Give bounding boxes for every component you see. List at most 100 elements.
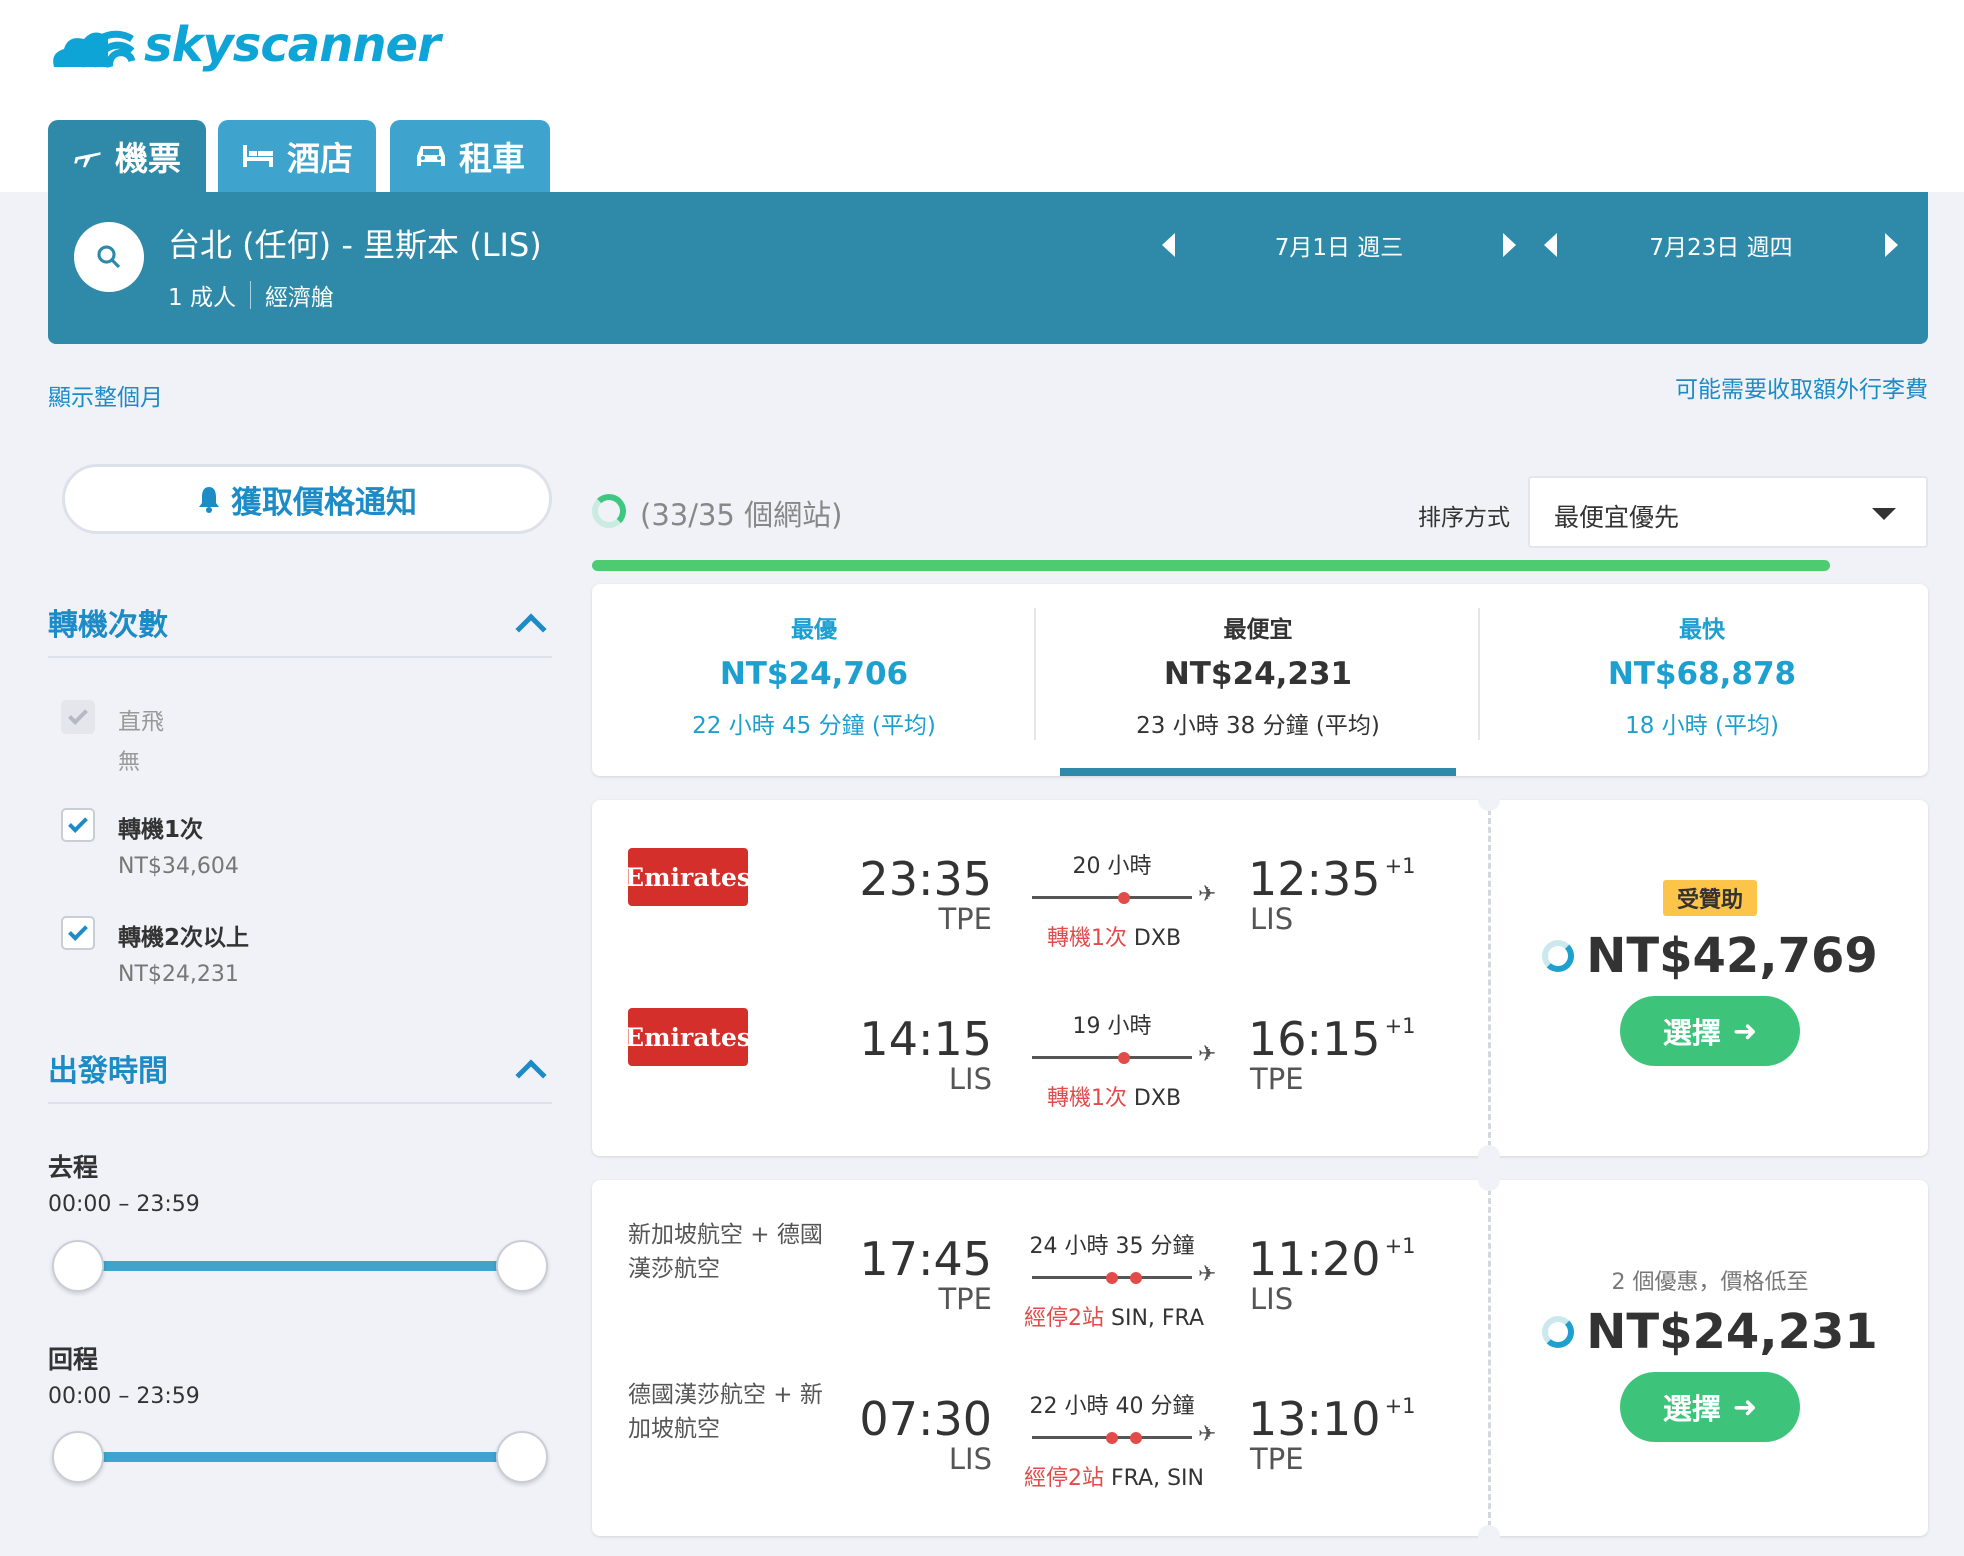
stops-via: DXB	[1126, 926, 1182, 951]
loading-spinner-icon	[1542, 940, 1575, 972]
departure-time: 23:35	[859, 852, 992, 906]
price-value: NT$42,769	[1586, 928, 1878, 984]
car-icon	[417, 146, 445, 166]
loading-spinner-icon	[1542, 1316, 1575, 1348]
search-button[interactable]	[74, 222, 144, 292]
tab-cheapest[interactable]: 最便宜 NT$24,231 23 小時 38 分鐘 (平均)	[1036, 584, 1480, 776]
departure-time: 17:45	[859, 1232, 992, 1286]
summary-price: NT$24,706	[719, 656, 909, 692]
nonstop-checkbox[interactable]	[61, 700, 95, 734]
summary-title: 最快	[1679, 617, 1725, 643]
departure-time: 07:30	[859, 1392, 992, 1446]
plane-icon: ✈	[1198, 882, 1217, 907]
skyscanner-logo[interactable]: skyscanner	[46, 10, 441, 80]
outbound-label: 去程	[48, 1153, 99, 1182]
stops-count: 轉機1次	[1046, 926, 1127, 951]
price-panel: 受贊助 NT$42,769 選擇 ➜	[1492, 800, 1928, 1156]
departure-airport: LIS	[948, 1062, 992, 1096]
flight-duration: 22 小時 40 分鐘	[1029, 1394, 1195, 1419]
route-line	[1032, 1056, 1192, 1059]
divider	[249, 281, 251, 309]
tab-flights[interactable]: 機票	[48, 120, 206, 192]
route-line	[1032, 896, 1192, 899]
stops-info: 轉機1次 DXB	[992, 920, 1236, 952]
outbound-slider-track[interactable]	[78, 1261, 522, 1271]
tab-fastest[interactable]: 最快 NT$68,878 18 小時 (平均)	[1480, 584, 1924, 776]
prev-date-icon[interactable]	[1162, 233, 1175, 257]
result-card[interactable]: Emirates 23:35 TPE 20 小時 ✈ 轉機1次 DXB 12:3…	[592, 789, 1928, 1167]
summary-title: 最優	[791, 617, 837, 643]
divider	[48, 1102, 552, 1104]
arrival-airport: LIS	[1250, 902, 1294, 936]
one-stop-label: 轉機1次	[118, 817, 204, 843]
sponsored-badge: 受贊助	[1662, 880, 1757, 916]
tab-car-hire[interactable]: 租車	[390, 120, 550, 192]
summary-price: NT$68,878	[1607, 656, 1797, 692]
logo-text: skyscanner	[144, 17, 441, 73]
arrival-airport: TPE	[1250, 1062, 1304, 1096]
select-button[interactable]: 選擇 ➜	[1620, 996, 1800, 1066]
one-stop-checkbox[interactable]	[61, 808, 95, 842]
return-slider-track[interactable]	[78, 1452, 522, 1462]
day-offset: +1	[1384, 1234, 1416, 1258]
plane-icon: ✈	[1198, 1262, 1217, 1287]
cabin-class: 經濟艙	[264, 285, 334, 311]
stops-count: 經停2站	[1024, 1306, 1104, 1331]
next-date-icon[interactable]	[1885, 233, 1898, 257]
return-date[interactable]: 7月23日 週四	[1649, 228, 1792, 262]
return-slider-min-handle[interactable]	[52, 1431, 104, 1483]
stops-count: 轉機1次	[1046, 1086, 1127, 1111]
departure-time-filter-title[interactable]: 出發時間	[48, 1046, 168, 1090]
divider	[1488, 800, 1491, 1156]
prev-date-icon[interactable]	[1544, 233, 1557, 257]
arrival-airport: TPE	[1250, 1442, 1304, 1476]
price-panel: 2 個優惠，價格低至 NT$24,231 選擇 ➜	[1492, 1180, 1928, 1536]
price-alert-button[interactable]: 獲取價格通知	[62, 464, 552, 534]
show-whole-month-link[interactable]: 顯示整個月	[48, 378, 163, 412]
return-slider-max-handle[interactable]	[496, 1431, 548, 1483]
flight-duration: 20 小時	[1072, 854, 1152, 879]
cloud-sunrise-icon	[53, 30, 136, 68]
depart-date-nav: 7月1日 週三	[1162, 228, 1516, 262]
price-alert-label: 獲取價格通知	[231, 484, 417, 521]
arrival-time-value: 12:35	[1248, 852, 1381, 906]
next-date-icon[interactable]	[1502, 233, 1516, 257]
extra-baggage-fee-link[interactable]: 可能需要收取額外行李費	[1675, 370, 1928, 404]
two-plus-stops-checkbox[interactable]	[61, 916, 95, 950]
stops-via: FRA, SIN	[1104, 1466, 1204, 1491]
nonstop-label: 直飛	[118, 709, 164, 735]
price: NT$24,231	[1492, 1304, 1928, 1360]
deals-text: 2 個優惠，價格低至	[1611, 1270, 1809, 1295]
depart-date[interactable]: 7月1日 週三	[1275, 228, 1404, 262]
outbound-slider-min-handle[interactable]	[52, 1240, 104, 1292]
day-offset: +1	[1384, 1014, 1416, 1038]
arrival-time-value: 16:15	[1248, 1012, 1381, 1066]
arrival-time-value: 11:20	[1248, 1232, 1381, 1286]
stops-filter-title[interactable]: 轉機次數	[48, 600, 168, 644]
tab-label: 租車	[459, 139, 525, 178]
stop-dot	[1118, 892, 1130, 904]
divider	[1488, 1180, 1491, 1536]
one-stop-price: NT$34,604	[118, 854, 239, 879]
return-time-range: 00:00 – 23:59	[48, 1384, 200, 1409]
stops-count: 經停2站	[1024, 1466, 1104, 1491]
search-summary-bar[interactable]: 台北 (任何) - 里斯本 (LIS) 1 成人 經濟艙 7月1日 週三 7月2…	[48, 192, 1928, 344]
search-progress-bar	[592, 560, 1830, 571]
passenger-info: 1 成人 經濟艙	[168, 278, 334, 312]
tab-hotels[interactable]: 酒店	[218, 120, 376, 192]
two-plus-stops-label: 轉機2次以上	[118, 925, 250, 951]
tab-best[interactable]: 最優 NT$24,706 22 小時 45 分鐘 (平均)	[592, 584, 1036, 776]
select-button[interactable]: 選擇 ➜	[1620, 1372, 1800, 1442]
sort-select[interactable]: 最便宜優先	[1528, 476, 1928, 548]
result-card[interactable]: 新加坡航空 + 德國漢莎航空 17:45 TPE 24 小時 35 分鐘 ✈ 經…	[592, 1169, 1928, 1547]
flight-duration: 19 小時	[1072, 1014, 1152, 1039]
outbound-slider-max-handle[interactable]	[496, 1240, 548, 1292]
passenger-count: 1 成人	[168, 285, 236, 311]
airline-logo: Emirates	[625, 848, 751, 906]
flight-leg-return: Emirates 14:15 LIS 19 小時 ✈ 轉機1次 DXB 16:1…	[592, 1008, 1488, 1158]
two-plus-stops-price: NT$24,231	[118, 962, 239, 987]
departure-time: 14:15	[859, 1012, 992, 1066]
summary-title: 最便宜	[1223, 617, 1293, 643]
arrival-time: 13:10 +1	[1248, 1392, 1416, 1446]
stop-dot	[1118, 1052, 1130, 1064]
